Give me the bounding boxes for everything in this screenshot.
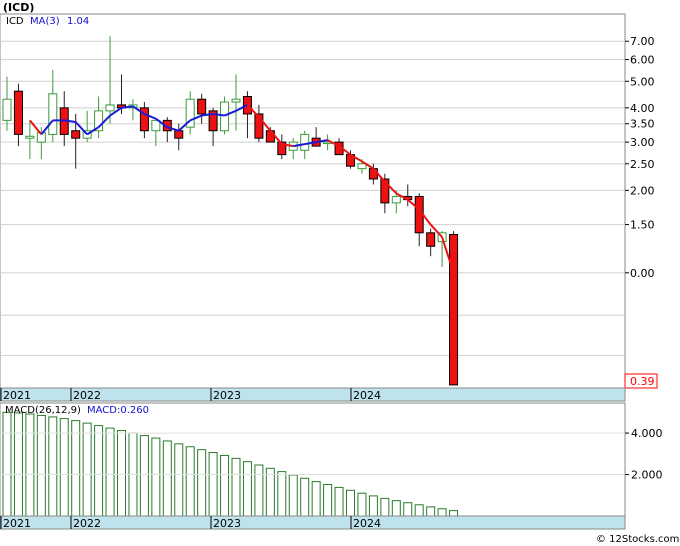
- macd-bar: [323, 483, 333, 517]
- macd-x-label: 2024: [353, 517, 381, 530]
- candle-body: [105, 104, 115, 112]
- macd-bar: [300, 477, 310, 517]
- macd-bar: [334, 486, 344, 517]
- price-tick-label: 3.00: [630, 136, 655, 149]
- macd-tick-label: 4.000: [631, 427, 663, 440]
- candle-body: [368, 168, 378, 180]
- watermark: © 12Stocks.com: [596, 534, 679, 545]
- macd-tick-label: 2.000: [631, 469, 663, 482]
- price-axis-ticks: 7.00 6.00 5.00 4.00 3.50 3.00 2.50 2.00 1.50 0.00: [625, 35, 655, 280]
- macd-bar: [185, 446, 195, 517]
- candle-body: [197, 98, 207, 115]
- macd-bar: [426, 506, 436, 517]
- macd-bar: [71, 420, 81, 517]
- candle-body: [25, 135, 35, 139]
- candle-body: [391, 195, 401, 204]
- macd-bar: [48, 416, 58, 517]
- chart-title: (ICD): [3, 1, 34, 14]
- macd-bar: [82, 422, 92, 517]
- price-x-label: 2023: [213, 389, 241, 402]
- macd-bar: [197, 449, 207, 517]
- macd-bar: [231, 457, 241, 517]
- legend-ma-label: MA(3): [30, 16, 60, 27]
- macd-x-label: 2021: [3, 517, 31, 530]
- macd-bar: [36, 414, 46, 517]
- price-panel-background: [0, 13, 626, 389]
- macd-bar: [449, 510, 459, 517]
- macd-bar: [117, 430, 126, 517]
- price-tick-label: 4.00: [630, 102, 655, 115]
- macd-bar: [151, 437, 161, 517]
- macd-bar: [437, 508, 447, 517]
- price-x-label: 2022: [73, 389, 101, 402]
- price-tick-label: 3.50: [630, 118, 655, 131]
- macd-bar: [403, 502, 413, 517]
- price-tick-label: 5.00: [630, 75, 655, 88]
- macd-bar: [242, 461, 252, 517]
- legend-ma-value: 1.04: [67, 16, 89, 27]
- candle-body: [426, 232, 436, 247]
- macd-bar: [288, 474, 298, 517]
- macd-bar: [105, 427, 115, 517]
- macd-bar: [254, 464, 264, 517]
- macd-bar: [391, 500, 401, 517]
- candle-body: [71, 130, 81, 139]
- candle-body: [174, 130, 184, 139]
- macd-bar: [265, 467, 275, 517]
- candle-body: [449, 234, 459, 386]
- price-x-label: 2021: [3, 389, 31, 402]
- macd-bar: [13, 412, 23, 517]
- macd-legend-value: MACD:0.260: [87, 405, 149, 416]
- macd-bar: [139, 435, 149, 517]
- candle-body: [220, 101, 230, 132]
- candle-body: [48, 93, 58, 135]
- candle-body: [265, 130, 275, 143]
- macd-bar: [208, 452, 218, 517]
- legend-symbol: ICD: [6, 16, 24, 27]
- candle-body: [13, 90, 23, 135]
- price-tick-label: 0.00: [630, 267, 655, 280]
- macd-bar: [368, 495, 378, 517]
- macd-legend-name: MACD(26,12,9): [5, 405, 81, 416]
- macd-bar: [2, 411, 12, 517]
- macd-bar: [380, 497, 390, 517]
- macd-x-label: 2022: [73, 517, 101, 530]
- macd-bar: [357, 492, 367, 517]
- macd-bar: [414, 504, 424, 517]
- price-tick-label: 2.00: [630, 184, 655, 197]
- candle-body: [300, 133, 310, 151]
- price-tick-label: 2.50: [630, 158, 655, 171]
- macd-bar: [162, 440, 172, 517]
- candle-body: [2, 98, 12, 121]
- price-tick-label: 6.00: [630, 54, 655, 67]
- macd-bar: [94, 425, 104, 517]
- price-x-label: 2024: [353, 389, 381, 402]
- candle-body: [357, 163, 367, 170]
- stock-chart: 7.00 6.00 5.00 4.00 3.50 3.00 2.50 2.00 1.50 0.00…: [0, 1, 679, 545]
- macd-bar: [311, 481, 321, 517]
- macd-bar: [220, 454, 230, 517]
- macd-bar: [174, 443, 184, 517]
- macd-bar: [277, 471, 287, 517]
- candle-body: [231, 98, 241, 103]
- macd-x-label: 2023: [213, 517, 241, 530]
- last-price-label: 0.39: [630, 375, 655, 388]
- price-tick-label: 7.00: [630, 35, 655, 48]
- macd-bar: [25, 413, 35, 517]
- price-tick-label: 1.50: [630, 219, 655, 232]
- macd-bar: [346, 489, 355, 517]
